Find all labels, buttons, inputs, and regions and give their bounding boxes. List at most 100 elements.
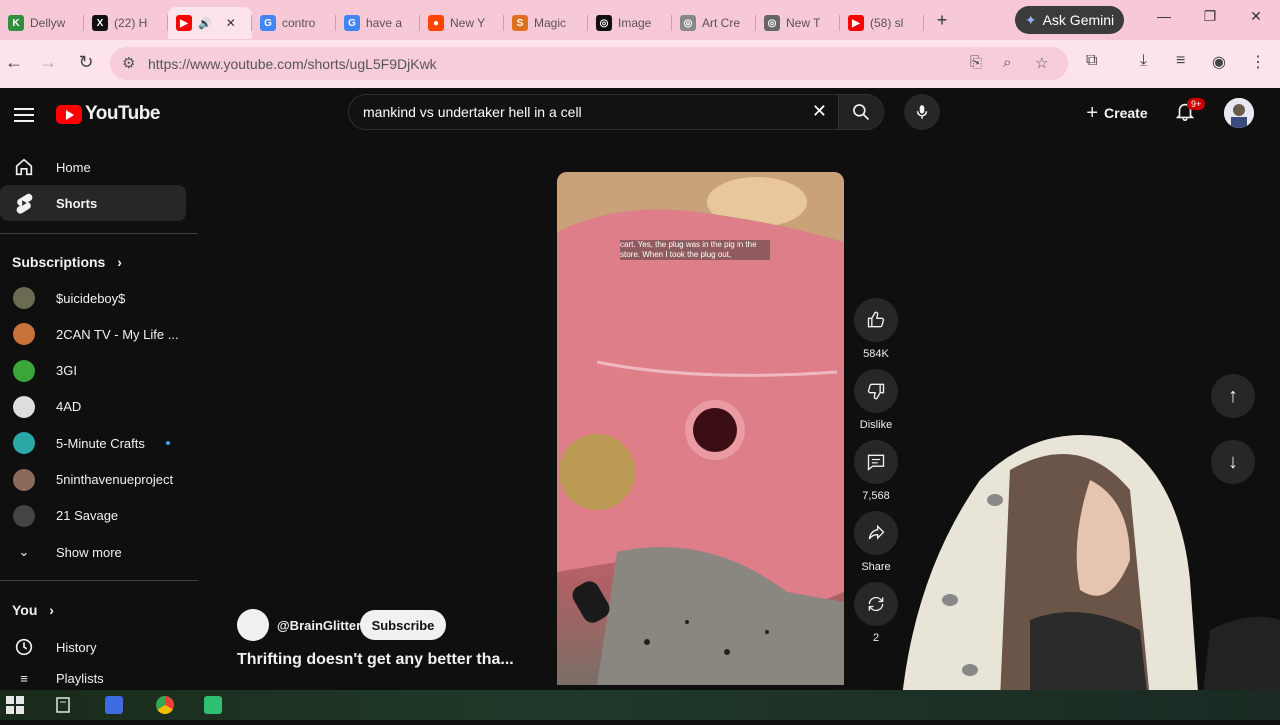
windows-start-icon[interactable] xyxy=(6,696,24,714)
show-more-button[interactable]: ⌄ Show more xyxy=(0,534,186,570)
browser-tab[interactable]: X (22) H xyxy=(84,7,168,39)
channel-name[interactable]: @BrainGlitter xyxy=(277,618,361,633)
sidebar-item-subscription[interactable]: $uicideboy$ xyxy=(0,280,186,316)
bookmark-star-icon[interactable]: ☆ xyxy=(1035,54,1048,72)
tab-title: New Y xyxy=(450,16,486,30)
browser-tab[interactable]: K Dellyw xyxy=(0,7,84,39)
back-button[interactable]: ← xyxy=(2,52,26,73)
windows-taskbar xyxy=(0,690,1280,720)
clear-search-icon[interactable]: ✕ xyxy=(812,101,827,122)
sidebar-item-history[interactable]: History xyxy=(0,629,186,665)
sidebar-item-label: 21 Savage xyxy=(56,508,119,524)
sidebar-item-label: Playlists xyxy=(56,670,104,686)
youtube-logo-text: YouTube xyxy=(85,103,160,124)
new-tab-button[interactable]: + xyxy=(928,6,956,34)
sidebar-item-label: Shorts xyxy=(56,195,98,211)
search-button[interactable] xyxy=(838,94,884,130)
channel-avatar xyxy=(12,504,36,528)
minimize-button[interactable]: — xyxy=(1152,8,1176,24)
tab-title: Dellyw xyxy=(30,16,66,30)
search-input[interactable]: mankind vs undertaker hell in a cell ✕ xyxy=(348,94,840,130)
tab-list: K Dellyw X (22) H ▶ 🔊 ✕ Gcontro Ghave a ● New Y S Ma… xyxy=(0,1,924,39)
task-view-icon[interactable] xyxy=(54,696,72,714)
reload-button[interactable]: ↻ xyxy=(74,52,98,73)
channel-avatar-image xyxy=(13,504,35,527)
address-bar[interactable]: ⚙ https://www.youtube.com/shorts/ugL5F9D… xyxy=(110,47,1068,80)
guide-menu-button[interactable] xyxy=(14,104,34,126)
browser-tab[interactable]: ◎ Image xyxy=(588,7,672,39)
subscriptions-heading-label: Subscriptions xyxy=(12,254,106,270)
you-heading[interactable]: You › xyxy=(12,602,54,618)
sidebar-item-label: Home xyxy=(56,159,91,175)
short-title[interactable]: Thrifting doesn't get any better tha... xyxy=(237,651,514,669)
channel-avatar[interactable] xyxy=(237,609,269,641)
youtube-logo[interactable]: YouTube xyxy=(56,103,160,125)
sidebar-item-subscription[interactable]: 5ninthavenueproject xyxy=(0,462,186,498)
create-label: Create xyxy=(1104,105,1148,121)
chrome-menu-icon[interactable]: ⋮ xyxy=(1250,52,1266,72)
channel-avatar xyxy=(12,359,36,383)
tab-favicon-icon: ◎ xyxy=(764,15,780,31)
tab-title: Art Cre xyxy=(702,16,741,30)
create-button[interactable]: + Create xyxy=(1073,96,1161,130)
browser-tab[interactable]: ◎ New T xyxy=(756,7,840,39)
sidebar-item-playlists[interactable]: ≡ Playlists xyxy=(0,666,186,690)
close-tab-icon[interactable]: ✕ xyxy=(226,16,236,30)
account-avatar[interactable] xyxy=(1224,98,1254,128)
tab-favicon-icon: ◎ xyxy=(596,15,612,31)
app-icon[interactable] xyxy=(105,696,123,714)
like-button[interactable] xyxy=(854,298,898,342)
sidebar-item-subscription[interactable]: 3GI xyxy=(0,353,186,389)
dislike-button[interactable] xyxy=(854,369,898,413)
close-window-button[interactable]: ✕ xyxy=(1244,8,1268,25)
chevron-right-icon: › xyxy=(49,602,54,618)
subscribe-button[interactable]: Subscribe xyxy=(360,610,446,640)
chat-app-icon[interactable] xyxy=(204,696,222,714)
zoom-icon[interactable]: ⌕ xyxy=(1003,54,1011,71)
channel-avatar xyxy=(12,395,36,419)
restore-button[interactable]: ❐ xyxy=(1198,8,1222,25)
media-controls-icon[interactable]: ≡ xyxy=(1176,52,1185,70)
profile-icon[interactable]: ◉ xyxy=(1212,52,1226,72)
forward-button[interactable]: → xyxy=(36,52,60,73)
voice-search-button[interactable] xyxy=(904,94,940,130)
like-action[interactable]: 584K xyxy=(854,298,898,360)
tab-title: (22) H xyxy=(114,16,148,30)
channel-info[interactable]: @BrainGlitter xyxy=(237,609,361,641)
site-info-icon[interactable]: ⚙ xyxy=(122,54,135,72)
browser-tab[interactable]: ◎ Art Cre xyxy=(672,7,756,39)
browser-tab[interactable]: Gcontro xyxy=(252,7,336,39)
browser-tab[interactable]: ▶ (58) sl xyxy=(840,7,924,39)
sidebar-divider xyxy=(0,580,198,581)
sidebar-item-home[interactable]: Home xyxy=(0,149,186,185)
sidebar-item-shorts[interactable]: Shorts xyxy=(0,185,186,221)
browser-tab[interactable]: Ghave a xyxy=(336,7,420,39)
channel-avatar xyxy=(12,431,36,455)
sidebar-item-label: 4AD xyxy=(56,399,82,415)
tab-favicon-icon: X xyxy=(92,15,108,31)
audio-playing-icon[interactable]: 🔊 xyxy=(198,17,212,30)
sidebar-item-subscription[interactable]: 2CAN TV - My Life ... xyxy=(0,316,186,352)
downloads-icon[interactable]: ⤓ xyxy=(1140,52,1147,70)
browser-tab[interactable]: ▶ 🔊 ✕ xyxy=(168,7,252,39)
browser-tab[interactable]: ● New Y xyxy=(420,7,504,39)
browser-tab[interactable]: S Magic xyxy=(504,7,588,39)
previous-short-button[interactable]: ↑ xyxy=(1211,374,1255,418)
channel-avatar-image xyxy=(13,359,35,382)
sidebar-divider xyxy=(0,233,198,234)
sidebar-item-subscription[interactable]: 21 Savage xyxy=(0,498,186,534)
search-query-text: mankind vs undertaker hell in a cell xyxy=(363,104,582,120)
ask-gemini-button[interactable]: ✦ Ask Gemini xyxy=(1015,6,1124,34)
install-app-icon[interactable]: ⎘ xyxy=(970,54,982,71)
channel-avatar-image xyxy=(13,432,35,455)
extensions-icon[interactable]: ⧉ xyxy=(1086,52,1097,70)
subscriptions-heading[interactable]: Subscriptions › xyxy=(12,254,122,270)
sidebar-item-subscription[interactable]: 4AD xyxy=(0,389,186,425)
ask-gemini-label: Ask Gemini xyxy=(1042,12,1115,28)
chrome-icon[interactable] xyxy=(156,696,174,714)
arrow-up-icon: ↑ xyxy=(1228,384,1238,407)
channel-avatar-image xyxy=(13,323,35,346)
tab-title: Magic xyxy=(534,16,567,30)
sidebar-item-subscription[interactable]: 5-Minute Crafts xyxy=(0,425,186,461)
shorts-icon xyxy=(12,191,36,215)
